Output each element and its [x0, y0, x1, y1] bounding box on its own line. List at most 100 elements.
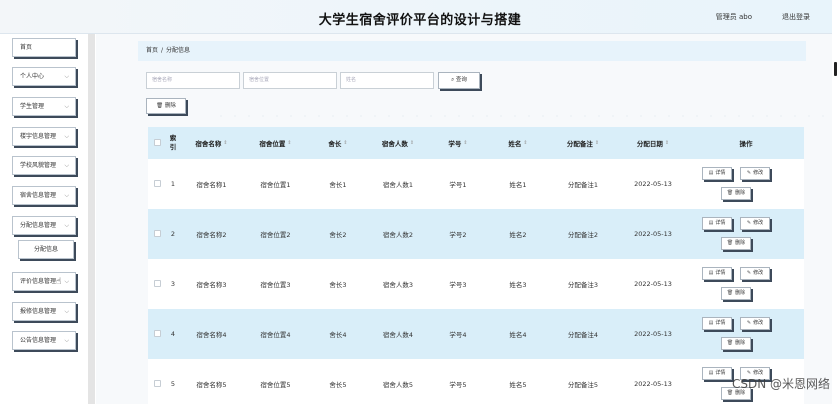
sort-icon[interactable]: ⇕: [665, 140, 669, 146]
table-cell: 宿舍人数5: [382, 381, 414, 389]
decorative-dots: [214, 114, 826, 118]
edit-button-label: 修改: [753, 170, 764, 176]
table-cell: 宿舍人数4: [382, 331, 414, 339]
detail-button[interactable]: ▤ 详情: [702, 317, 732, 330]
watermark-text: CSDN @米恩网络: [731, 377, 830, 391]
edit-button-label: 修改: [753, 270, 764, 276]
sidebar-subitem[interactable]: 分配信息: [18, 240, 74, 259]
sort-icon[interactable]: ⇕: [410, 140, 414, 146]
table-cell: 宿舍位置5: [260, 381, 291, 389]
column-header[interactable]: 姓名 ⇕: [488, 127, 548, 159]
delete-button[interactable]: 🗑 删除: [721, 287, 751, 300]
table-cell: 姓名4: [509, 331, 527, 339]
delete-button[interactable]: 🗑 删除: [721, 187, 751, 200]
sidebar-item[interactable]: 分配信息管理 ⌵: [12, 216, 76, 235]
table-cell: 宿舍位置2: [260, 231, 291, 239]
breadcrumb-current: 分配信息: [166, 47, 191, 54]
mouse-cursor-icon: ☝: [56, 277, 62, 287]
sidebar-item[interactable]: 个人中心 ⌵: [12, 67, 76, 86]
sidebar-item[interactable]: 评价信息管理 ⌵: [12, 272, 76, 291]
select-all-checkbox[interactable]: [154, 139, 161, 146]
edit-icon: ✎: [746, 320, 752, 326]
table-cell: 2022-05-13: [634, 180, 672, 188]
edit-button[interactable]: ✎ 修改: [740, 317, 770, 330]
chevron-down-icon: ⌵: [64, 222, 69, 229]
sidebar-item[interactable]: 报修信息管理 ⌵: [12, 302, 76, 321]
table-cell: 宿舍名称4: [196, 331, 227, 339]
table-cell: 学号1: [449, 181, 467, 189]
edit-icon: ✎: [746, 170, 752, 176]
sidebar-scrollbar[interactable]: [88, 34, 95, 404]
sort-icon[interactable]: ⇕: [463, 140, 467, 146]
row-checkbox[interactable]: [154, 330, 161, 337]
detail-button-label: 详情: [715, 170, 726, 176]
table-cell: 宿舍名称1: [196, 181, 227, 189]
trash-icon: 🗑: [726, 290, 734, 296]
row-checkbox[interactable]: [154, 280, 161, 287]
top-header: 大学生宿舍评价平台的设计与搭建 管理员 abo 退出登录: [0, 0, 840, 34]
sort-icon[interactable]: ⇕: [595, 140, 599, 146]
sort-icon[interactable]: ⇕: [287, 140, 291, 146]
sidebar-item[interactable]: 楼宇信息管理 ⌵: [12, 127, 76, 146]
bulk-delete-button[interactable]: 🗑 删除: [146, 98, 186, 114]
table-cell: 姓名2: [509, 231, 527, 239]
column-header-label: 宿舍人数: [381, 140, 408, 148]
table-cell: 舍长1: [329, 181, 347, 189]
table-cell: 分配备注5: [567, 381, 599, 389]
column-header[interactable]: 分配备注 ⇕: [548, 127, 618, 159]
sidebar-item[interactable]: 学校风貌管理 ⌵: [12, 156, 76, 175]
table-cell: 宿舍人数2: [382, 231, 414, 239]
column-header-label: 操作: [739, 140, 753, 148]
sidebar-item-label: 学校风貌管理: [20, 162, 57, 169]
column-header[interactable]: 分配日期 ⇕: [618, 127, 688, 159]
column-header[interactable]: 宿舍名称 ⇕: [180, 127, 243, 159]
table-cell: 分配备注4: [567, 331, 599, 339]
sidebar-item-label: 分配信息管理: [20, 222, 57, 229]
detail-button[interactable]: ▤ 详情: [702, 267, 732, 280]
delete-button[interactable]: 🗑 删除: [721, 237, 751, 250]
delete-button[interactable]: 🗑 删除: [721, 337, 751, 350]
row-checkbox[interactable]: [154, 180, 161, 187]
delete-button-label: 删除: [735, 240, 746, 246]
column-header[interactable]: 学号 ⇕: [428, 127, 488, 159]
dorm-location-search-input[interactable]: 宿舍位置: [243, 72, 337, 89]
column-header[interactable]: 宿舍位置 ⇕: [243, 127, 308, 159]
column-header-label: 索引: [169, 134, 177, 151]
column-header[interactable]: 宿舍人数 ⇕: [368, 127, 428, 159]
detail-button[interactable]: ▤ 详情: [702, 367, 732, 380]
table-row: 5 宿舍名称5 宿舍位置5 舍长5 宿舍人数5 学号5 姓名5 分配备注5 2022-05-13…: [148, 359, 804, 404]
student-name-search-input[interactable]: 姓名: [340, 72, 434, 89]
trash-icon: 🗑: [726, 190, 734, 196]
table-cell: 舍长4: [329, 331, 347, 339]
app-title: 大学生宿舍评价平台的设计与搭建: [318, 13, 522, 28]
edit-button[interactable]: ✎ 修改: [740, 267, 770, 280]
window-edge: [832, 0, 840, 404]
dorm-name-search-input[interactable]: 宿舍名称: [146, 72, 240, 89]
sidebar-item[interactable]: 宿舍信息管理 ⌵: [12, 186, 76, 205]
chevron-down-icon: ⌵: [64, 73, 69, 80]
detail-button[interactable]: ▤ 详情: [702, 217, 732, 230]
row-checkbox[interactable]: [154, 380, 161, 387]
table-cell: 舍长5: [329, 381, 347, 389]
edit-button[interactable]: ✎ 修改: [740, 167, 770, 180]
search-button[interactable]: ⌕ 查询: [438, 72, 480, 89]
table-cell: 舍长2: [329, 231, 347, 239]
edit-button[interactable]: ✎ 修改: [740, 217, 770, 230]
sidebar-item[interactable]: 学生管理 ⌵: [12, 97, 76, 116]
sort-icon[interactable]: ⇕: [523, 140, 527, 146]
sidebar-item[interactable]: 公告信息管理 ⌵: [12, 331, 76, 350]
logout-link[interactable]: 退出登录: [782, 12, 810, 22]
column-header[interactable]: 舍长 ⇕: [308, 127, 368, 159]
detail-button-label: 详情: [715, 220, 726, 226]
sidebar-item[interactable]: 首页: [12, 38, 76, 57]
breadcrumb-home[interactable]: 首页: [146, 47, 158, 54]
scroll-thumb[interactable]: [834, 62, 837, 76]
table-cell: 姓名5: [509, 381, 527, 389]
table-cell: 学号5: [449, 381, 467, 389]
sort-icon[interactable]: ⇕: [343, 140, 347, 146]
table-cell: 宿舍位置4: [260, 331, 291, 339]
sort-icon[interactable]: ⇕: [223, 140, 227, 146]
column-header-label: 分配备注: [566, 140, 593, 148]
detail-button[interactable]: ▤ 详情: [702, 167, 732, 180]
row-checkbox[interactable]: [154, 230, 161, 237]
